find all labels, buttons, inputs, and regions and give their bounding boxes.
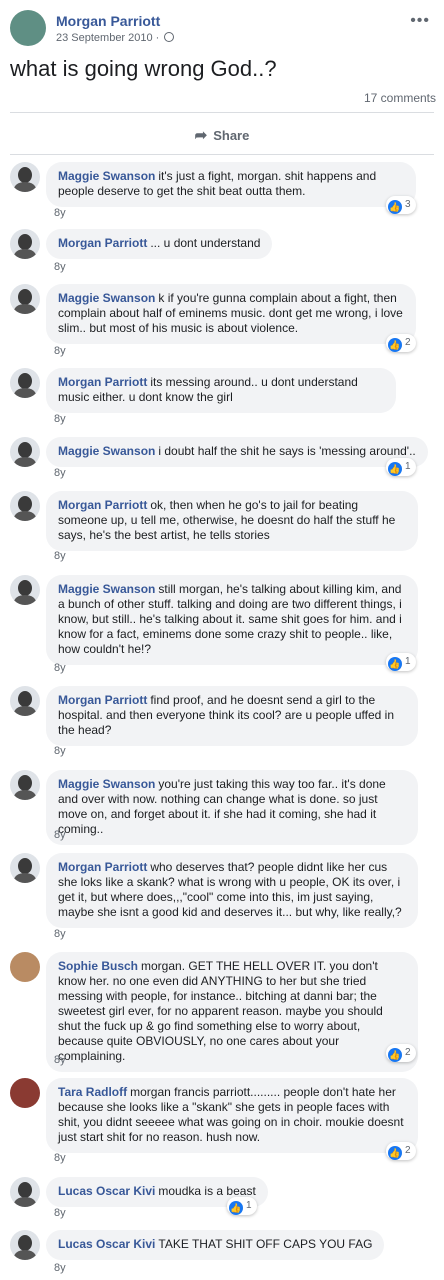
comment-text: TAKE THAT SHIT OFF CAPS YOU FAG bbox=[158, 1237, 373, 1251]
reaction-badge[interactable]: 👍 2 bbox=[386, 334, 416, 352]
comment-bubble: Maggie Swanson k if you're gunna complain… bbox=[46, 284, 416, 344]
avatar[interactable] bbox=[10, 952, 40, 982]
post-author[interactable]: Morgan Parriott bbox=[56, 13, 160, 29]
thumbs-up-icon: 👍 bbox=[388, 1048, 402, 1062]
post-text: what is going wrong God..? bbox=[10, 56, 277, 81]
avatar[interactable] bbox=[10, 1177, 40, 1207]
comment-bubble: Maggie Swanson i doubt half the shit he s… bbox=[46, 437, 428, 467]
divider bbox=[10, 154, 434, 155]
comment-author[interactable]: Maggie Swanson bbox=[58, 444, 155, 458]
comment-age[interactable]: 8y bbox=[54, 1262, 66, 1274]
divider bbox=[10, 112, 434, 113]
avatar[interactable] bbox=[10, 686, 40, 716]
comment-age[interactable]: 8y bbox=[54, 413, 66, 425]
comment-author[interactable]: Morgan Parriott bbox=[58, 693, 147, 707]
post-meta: 23 September 2010 · bbox=[56, 32, 175, 44]
reaction-count: 3 bbox=[405, 199, 411, 210]
avatar[interactable] bbox=[10, 437, 40, 467]
comments-count[interactable]: 17 comments bbox=[364, 91, 436, 105]
comment-age[interactable]: 8y bbox=[54, 1054, 66, 1066]
avatar[interactable] bbox=[10, 1230, 40, 1260]
reaction-count: 1 bbox=[405, 461, 411, 472]
comment-text: morgan. GET THE HELL OVER IT. you don't … bbox=[58, 959, 383, 1063]
share-label: Share bbox=[213, 128, 250, 143]
comment-bubble: Morgan Parriott its messing around.. u do… bbox=[46, 368, 396, 413]
comment-bubble: Morgan Parriott find proof, and he doesnt… bbox=[46, 686, 418, 746]
reaction-count: 1 bbox=[246, 1200, 252, 1211]
comment-age[interactable]: 8y bbox=[54, 745, 66, 757]
comment-age[interactable]: 8y bbox=[54, 261, 66, 273]
avatar[interactable] bbox=[10, 770, 40, 800]
avatar[interactable] bbox=[10, 162, 40, 192]
comment-age[interactable]: 8y bbox=[54, 467, 66, 479]
avatar[interactable] bbox=[10, 284, 40, 314]
post-header: Morgan Parriott 23 September 2010 · ••• bbox=[10, 10, 434, 50]
comment-author[interactable]: Maggie Swanson bbox=[58, 582, 155, 596]
reaction-count: 2 bbox=[405, 1145, 411, 1156]
globe-icon bbox=[164, 32, 175, 42]
comment-author[interactable]: Tara Radloff bbox=[58, 1085, 127, 1099]
reaction-badge[interactable]: 👍 2 bbox=[386, 1044, 416, 1062]
share-arrow-icon: ➦ bbox=[194, 127, 208, 144]
reaction-badge[interactable]: 👍 1 bbox=[386, 653, 416, 671]
comment-author[interactable]: Sophie Busch bbox=[58, 959, 138, 973]
comment-bubble: Lucas Oscar Kivi TAKE THAT SHIT OFF CAPS … bbox=[46, 1230, 385, 1260]
reaction-count: 2 bbox=[405, 1047, 411, 1058]
comment-author[interactable]: Morgan Parriott bbox=[58, 236, 147, 250]
comment-bubble: Maggie Swanson still morgan, he's talking… bbox=[46, 575, 418, 665]
comment-age[interactable]: 8y bbox=[54, 207, 66, 219]
comment-bubble: Tara Radloff morgan francis parriott.....… bbox=[46, 1078, 418, 1153]
thumbs-up-icon: 👍 bbox=[388, 1146, 402, 1160]
comment-author[interactable]: Lucas Oscar Kivi bbox=[58, 1237, 155, 1251]
avatar[interactable] bbox=[10, 575, 40, 605]
reaction-count: 2 bbox=[405, 337, 411, 348]
reaction-badge[interactable]: 👍 1 bbox=[386, 458, 416, 476]
avatar[interactable] bbox=[10, 229, 40, 259]
thumbs-up-icon: 👍 bbox=[388, 462, 402, 476]
avatar[interactable] bbox=[10, 853, 40, 883]
reaction-count: 1 bbox=[405, 656, 411, 667]
reaction-badge[interactable]: 👍 1 bbox=[227, 1197, 257, 1215]
comment-age[interactable]: 8y bbox=[54, 928, 66, 940]
comment-age[interactable]: 8y bbox=[54, 1207, 66, 1219]
comment-text: ... u dont understand bbox=[150, 236, 261, 250]
thumbs-up-icon: 👍 bbox=[388, 200, 402, 214]
comment-bubble: Sophie Busch morgan. GET THE HELL OVER IT… bbox=[46, 952, 418, 1072]
comment-author[interactable]: Maggie Swanson bbox=[58, 169, 155, 183]
comment-age[interactable]: 8y bbox=[54, 550, 66, 562]
comment-bubble: Morgan Parriott ok, then when he go's to … bbox=[46, 491, 418, 551]
comment-author[interactable]: Morgan Parriott bbox=[58, 375, 147, 389]
post-date[interactable]: 23 September 2010 · bbox=[56, 32, 159, 44]
comment-age[interactable]: 8y bbox=[54, 662, 66, 674]
thumbs-up-icon: 👍 bbox=[388, 338, 402, 352]
comment-author[interactable]: Maggie Swanson bbox=[58, 777, 155, 791]
comment-author[interactable]: Maggie Swanson bbox=[58, 291, 155, 305]
comment-age[interactable]: 8y bbox=[54, 1152, 66, 1164]
comment-bubble: Morgan Parriott who deserves that? people… bbox=[46, 853, 418, 928]
thumbs-up-icon: 👍 bbox=[388, 657, 402, 671]
reaction-badge[interactable]: 👍 3 bbox=[386, 196, 416, 214]
avatar[interactable] bbox=[10, 491, 40, 521]
comment-bubble: Maggie Swanson it's just a fight, morgan.… bbox=[46, 162, 416, 207]
comment-age[interactable]: 8y bbox=[54, 345, 66, 357]
comment-age[interactable]: 8y bbox=[54, 829, 66, 841]
avatar[interactable] bbox=[10, 368, 40, 398]
comment-bubble: Maggie Swanson you're just taking this wa… bbox=[46, 770, 418, 845]
comment-text: moudka is a beast bbox=[158, 1184, 256, 1198]
thumbs-up-icon: 👍 bbox=[229, 1201, 243, 1215]
comment-bubble: Morgan Parriott... u dont understand bbox=[46, 229, 273, 259]
reaction-badge[interactable]: 👍 2 bbox=[386, 1142, 416, 1160]
avatar[interactable] bbox=[10, 1078, 40, 1108]
more-options-icon[interactable]: ••• bbox=[410, 12, 430, 30]
comment-author[interactable]: Morgan Parriott bbox=[58, 498, 147, 512]
comment-text: i doubt half the shit he says is 'messin… bbox=[158, 444, 416, 458]
avatar[interactable] bbox=[10, 10, 46, 46]
comment-author[interactable]: Morgan Parriott bbox=[58, 860, 147, 874]
comment-author[interactable]: Lucas Oscar Kivi bbox=[58, 1184, 155, 1198]
share-button[interactable]: ➦ Share bbox=[0, 126, 444, 144]
